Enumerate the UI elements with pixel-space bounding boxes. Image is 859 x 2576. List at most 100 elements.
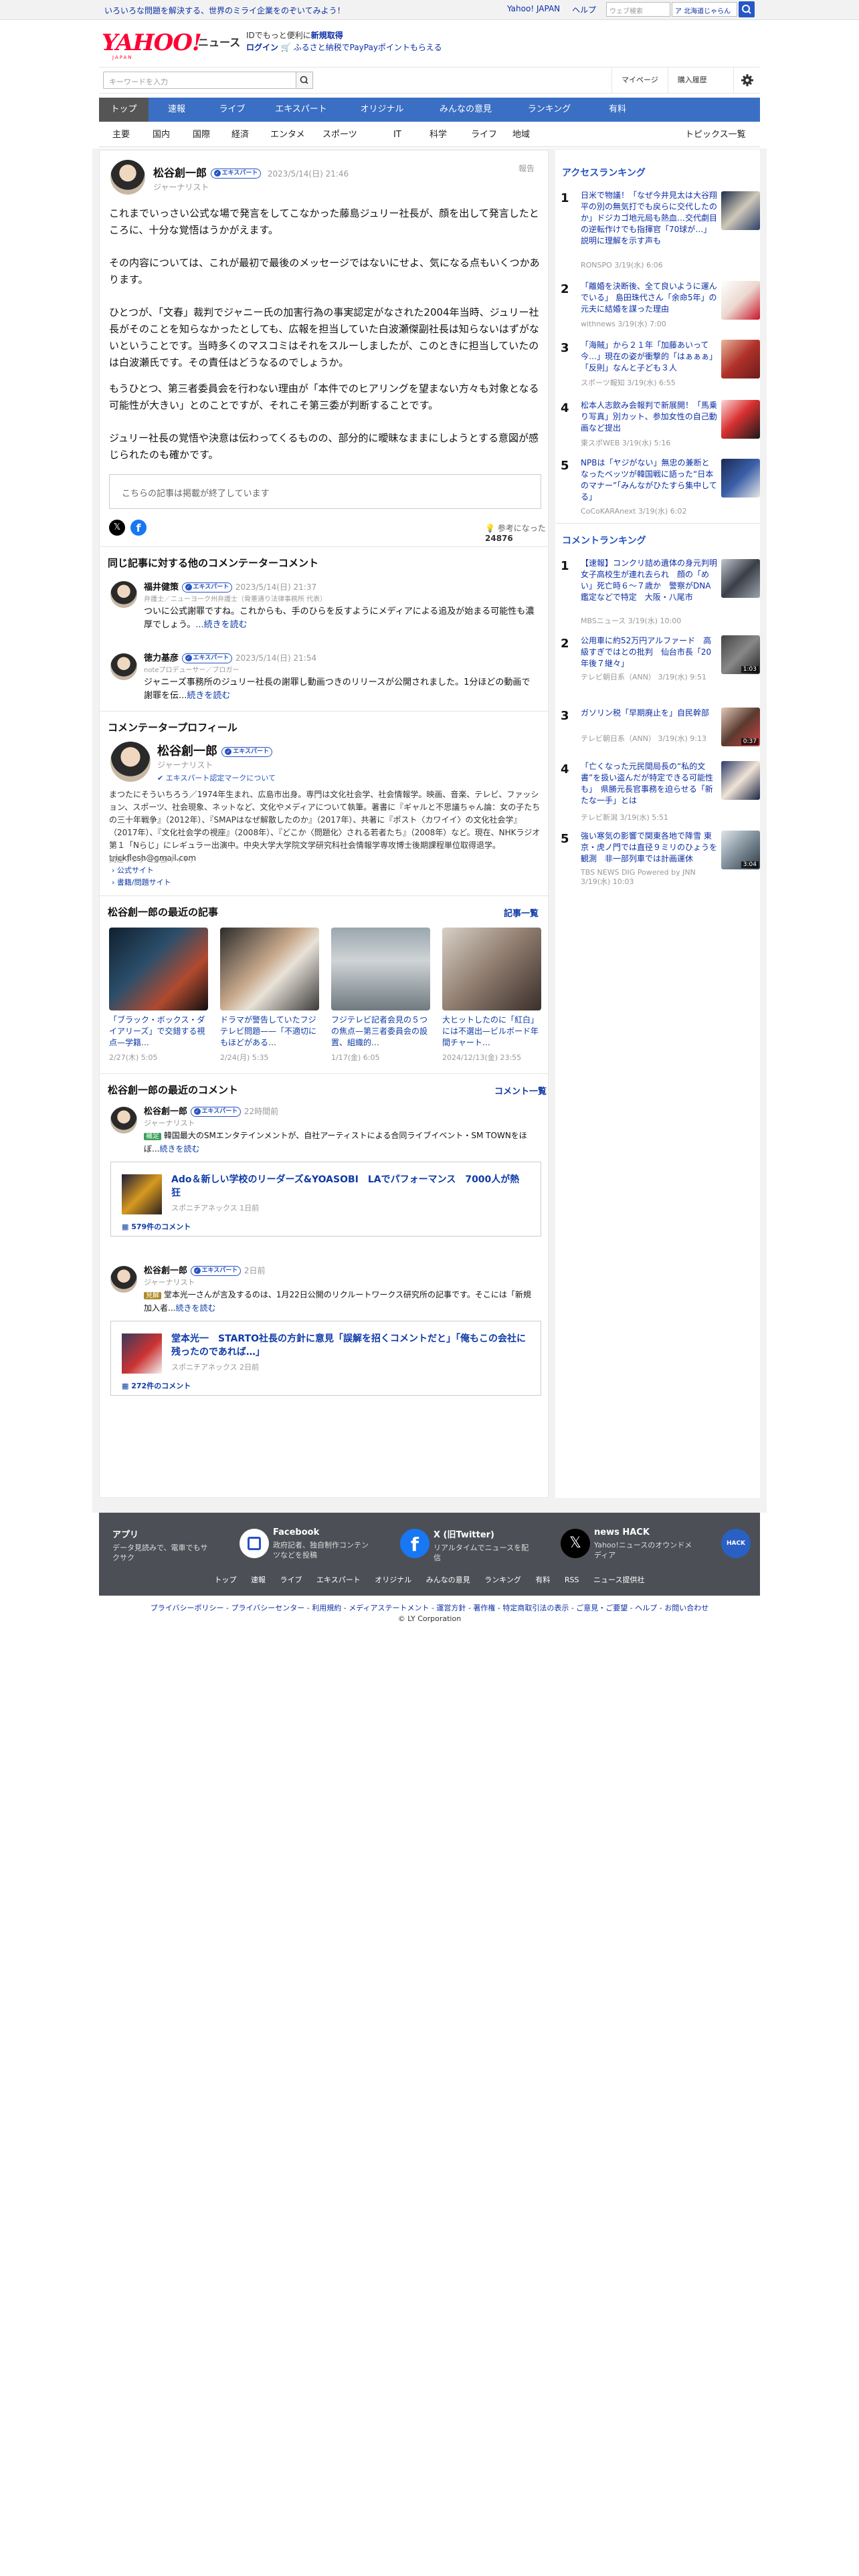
linked-article-card[interactable]: Ado＆新しい学校のリーダーズ&YOASOBI LAでパフォーマンス 7000人… <box>110 1162 541 1237</box>
nav-paid[interactable]: 有料 <box>590 98 645 122</box>
yahoo-logo[interactable]: YAHOO! <box>102 29 202 56</box>
rank-title[interactable]: 日米で物議！「なぜ今井見太は大谷翔平の別の無気打でも戻らに交代したのか」ドジカゴ… <box>581 190 717 247</box>
purchase-history-link[interactable]: 購入履歴 <box>667 68 717 93</box>
footer-link[interactable]: 速報 <box>251 1576 266 1584</box>
nav-original[interactable]: オリジナル <box>343 98 421 122</box>
rank-thumbnail[interactable] <box>721 459 760 498</box>
mypage-link[interactable]: マイページ <box>611 68 668 93</box>
helpful-button[interactable]: 💡 参考になった 24876 <box>485 522 548 543</box>
article-title[interactable]: ドラマが警告していたフジテレビ問題——「不適切にもほどがある… <box>220 1014 319 1049</box>
topic-sports[interactable]: スポーツ <box>322 123 357 147</box>
read-more-link[interactable]: 続きを読む <box>159 1144 199 1154</box>
rank-thumbnail[interactable] <box>721 761 760 800</box>
rank-thumbnail[interactable]: 3:04 <box>721 831 760 869</box>
x-share-icon[interactable]: 𝕏 <box>109 520 125 536</box>
footer-link[interactable]: トップ <box>215 1576 237 1584</box>
article-title[interactable]: 「ブラック・ボックス・ダイアリーズ」で交錯する視点—学籍… <box>109 1014 208 1049</box>
footer-link[interactable]: 有料 <box>535 1576 550 1584</box>
commenter-name[interactable]: 松谷創一郎 エキスパート 22時間前 <box>144 1104 278 1117</box>
all-topics-link[interactable]: トピックス一覧 <box>685 123 746 147</box>
facebook-share-icon[interactable]: f <box>130 520 147 536</box>
nav-expert[interactable]: エキスパート <box>261 98 341 122</box>
report-link[interactable]: 報告 <box>518 163 535 174</box>
topic-economy[interactable]: 経済 <box>231 123 249 147</box>
article-thumbnail[interactable] <box>331 928 430 1010</box>
rank-thumbnail[interactable] <box>721 281 760 320</box>
commenter-name[interactable]: 松谷創一郎 エキスパート 2日前 <box>144 1263 265 1276</box>
rank-thumbnail[interactable] <box>721 559 760 598</box>
commenter-name[interactable]: 徳力基彦 エキスパート 2023/5/14(日) 21:54 <box>144 651 316 663</box>
settings-button[interactable] <box>733 68 760 93</box>
article-thumbnail[interactable] <box>220 928 319 1010</box>
articles-list-link[interactable]: 記事一覧 <box>504 906 539 919</box>
keyword-search-button[interactable] <box>296 72 313 89</box>
author-avatar[interactable] <box>110 160 145 195</box>
footer-link[interactable]: オリジナル <box>375 1576 411 1584</box>
rank-thumbnail[interactable]: 1:03 <box>721 635 760 674</box>
help-link[interactable]: ヘルプ <box>572 4 596 15</box>
topic-entertainment[interactable]: エンタメ <box>270 123 305 147</box>
footer-x[interactable]: X (旧Twitter) リアルタイムでニュースを配信 𝕏 <box>434 1527 594 1568</box>
commenter-avatar[interactable] <box>110 1266 137 1293</box>
article-title[interactable]: 大ヒットしたのに「紅白」には不選出—ビルボード年間チャート… <box>442 1014 541 1049</box>
certified-link[interactable]: ✔ エキスパート認定マークについて <box>157 772 276 783</box>
linked-article-title[interactable]: Ado＆新しい学校のリーダーズ&YOASOBI LAでパフォーマンス 7000人… <box>171 1173 526 1200</box>
nav-top[interactable]: トップ <box>99 98 149 122</box>
nav-breaking[interactable]: 速報 <box>150 98 203 122</box>
footer-link[interactable]: エキスパート <box>316 1576 361 1584</box>
topic-science[interactable]: 科学 <box>430 123 447 147</box>
read-more-link[interactable]: ...続きを読む <box>195 620 247 630</box>
promo-link[interactable]: いろいろな問題を解決する、世界のミライ企業をのぞいてみよう！ <box>104 5 345 16</box>
linked-article-title[interactable]: 堂本光一 STARTO社長の方針に意見「誤解を招くコメントだと」「俺もこの会社に… <box>171 1332 526 1359</box>
read-more-link[interactable]: 続きを読む <box>187 691 230 701</box>
comment-count-link[interactable]: ▦ 272件のコメント <box>122 1380 191 1391</box>
book-site-link[interactable]: › 書籍/問題サイト <box>112 877 171 887</box>
footer-app[interactable]: アプリ データ見読みで、電車でもサクサク <box>112 1527 273 1568</box>
commenter-avatar[interactable] <box>110 653 137 680</box>
topic-domestic[interactable]: 国内 <box>153 123 170 147</box>
read-more-link[interactable]: 続きを読む <box>175 1303 215 1313</box>
footer-link[interactable]: ランキング <box>484 1576 521 1584</box>
commenter-avatar[interactable] <box>110 1107 137 1134</box>
profile-avatar[interactable] <box>110 742 151 782</box>
linked-article-card[interactable]: 堂本光一 STARTO社長の方針に意見「誤解を招くコメントだと」「俺もこの会社に… <box>110 1321 541 1396</box>
topic-main[interactable]: 主要 <box>112 123 130 147</box>
footer-link[interactable]: ライブ <box>280 1576 302 1584</box>
author-name[interactable]: 松谷創一郎 エキスパート 2023/5/14(日) 21:46 <box>153 164 349 180</box>
new-id-link[interactable]: 新規取得 <box>311 31 343 40</box>
comment-count-link[interactable]: ▦ 579件のコメント <box>122 1221 191 1232</box>
topic-life[interactable]: ライフ <box>471 123 497 147</box>
rank-thumbnail[interactable] <box>721 340 760 379</box>
rank-title[interactable]: 「離婚を決断後、全て良いように運んでいる」 島田珠代さん「余命5年」の元夫に結婚… <box>581 281 717 315</box>
location-link[interactable]: ア 北海道じゃらん <box>672 2 737 17</box>
furusato-link[interactable]: ふるさと納税でPayPayポイントもらえる <box>294 43 442 52</box>
rank-thumbnail[interactable]: 0:37 <box>721 708 760 746</box>
profile-name[interactable]: 松谷創一郎 エキスパート <box>157 742 273 759</box>
footer-facebook[interactable]: Facebook 政府記者、独自制作コンテンツなどを投稿 f <box>273 1527 434 1568</box>
footer-link[interactable]: ニュース提供社 <box>593 1576 644 1584</box>
footer-link[interactable]: みんなの意見 <box>426 1576 470 1584</box>
nav-ranking[interactable]: ランキング <box>510 98 589 122</box>
rank-title[interactable]: 強い寒気の影響で関東各地で降雪 東京・虎ノ門では直径９ミリのひょうを観測 非一部… <box>581 831 717 865</box>
topic-world[interactable]: 国際 <box>193 123 210 147</box>
rank-title[interactable]: 松本人志飲み会報判で新展開！「馬乗り写真」別カット、参加女性の自己動画など提出 <box>581 400 717 434</box>
web-search-input[interactable]: ウェブ検索 <box>606 2 670 17</box>
rank-title[interactable]: ガソリン税「早期廃止を」自民幹部 <box>581 708 717 719</box>
footer-newshack[interactable]: news HACK Yahoo!ニュースのオウンドメディア HACK <box>594 1527 755 1568</box>
nav-opinion[interactable]: みんなの意見 <box>423 98 508 122</box>
yahoo-japan-link[interactable]: Yahoo! JAPAN <box>507 4 560 15</box>
official-site-link[interactable]: › 公式サイト <box>112 865 154 875</box>
legal-links[interactable]: プライバシーポリシー - プライバシーセンター - 利用規約 - メディアステー… <box>99 1602 760 1613</box>
rank-thumbnail[interactable] <box>721 191 760 230</box>
commenter-avatar[interactable] <box>110 581 137 608</box>
rank-title[interactable]: 「海賊」から２１年「加藤あいって今…」現在の姿が衝撃的「はぁぁぁ」「反則」なんと… <box>581 340 717 374</box>
comments-list-link[interactable]: コメント一覧 <box>494 1084 547 1097</box>
nav-live[interactable]: ライブ <box>205 98 260 122</box>
login-link[interactable]: ログイン <box>246 43 278 52</box>
article-thumbnail[interactable] <box>109 928 208 1010</box>
footer-link[interactable]: RSS <box>565 1576 579 1584</box>
keyword-search-input[interactable]: キーワードを入力 <box>103 72 302 89</box>
topic-local[interactable]: 地域 <box>512 123 530 147</box>
rank-title[interactable]: 公用車に約52万円アルファード 高級すぎではとの批判 仙台市長「20年後７継々」 <box>581 635 717 669</box>
rank-title[interactable]: NPBは「ヤジがない」無忠の兼断となったベッツが韓国戦に語った“日本のマナー”「… <box>581 457 717 503</box>
